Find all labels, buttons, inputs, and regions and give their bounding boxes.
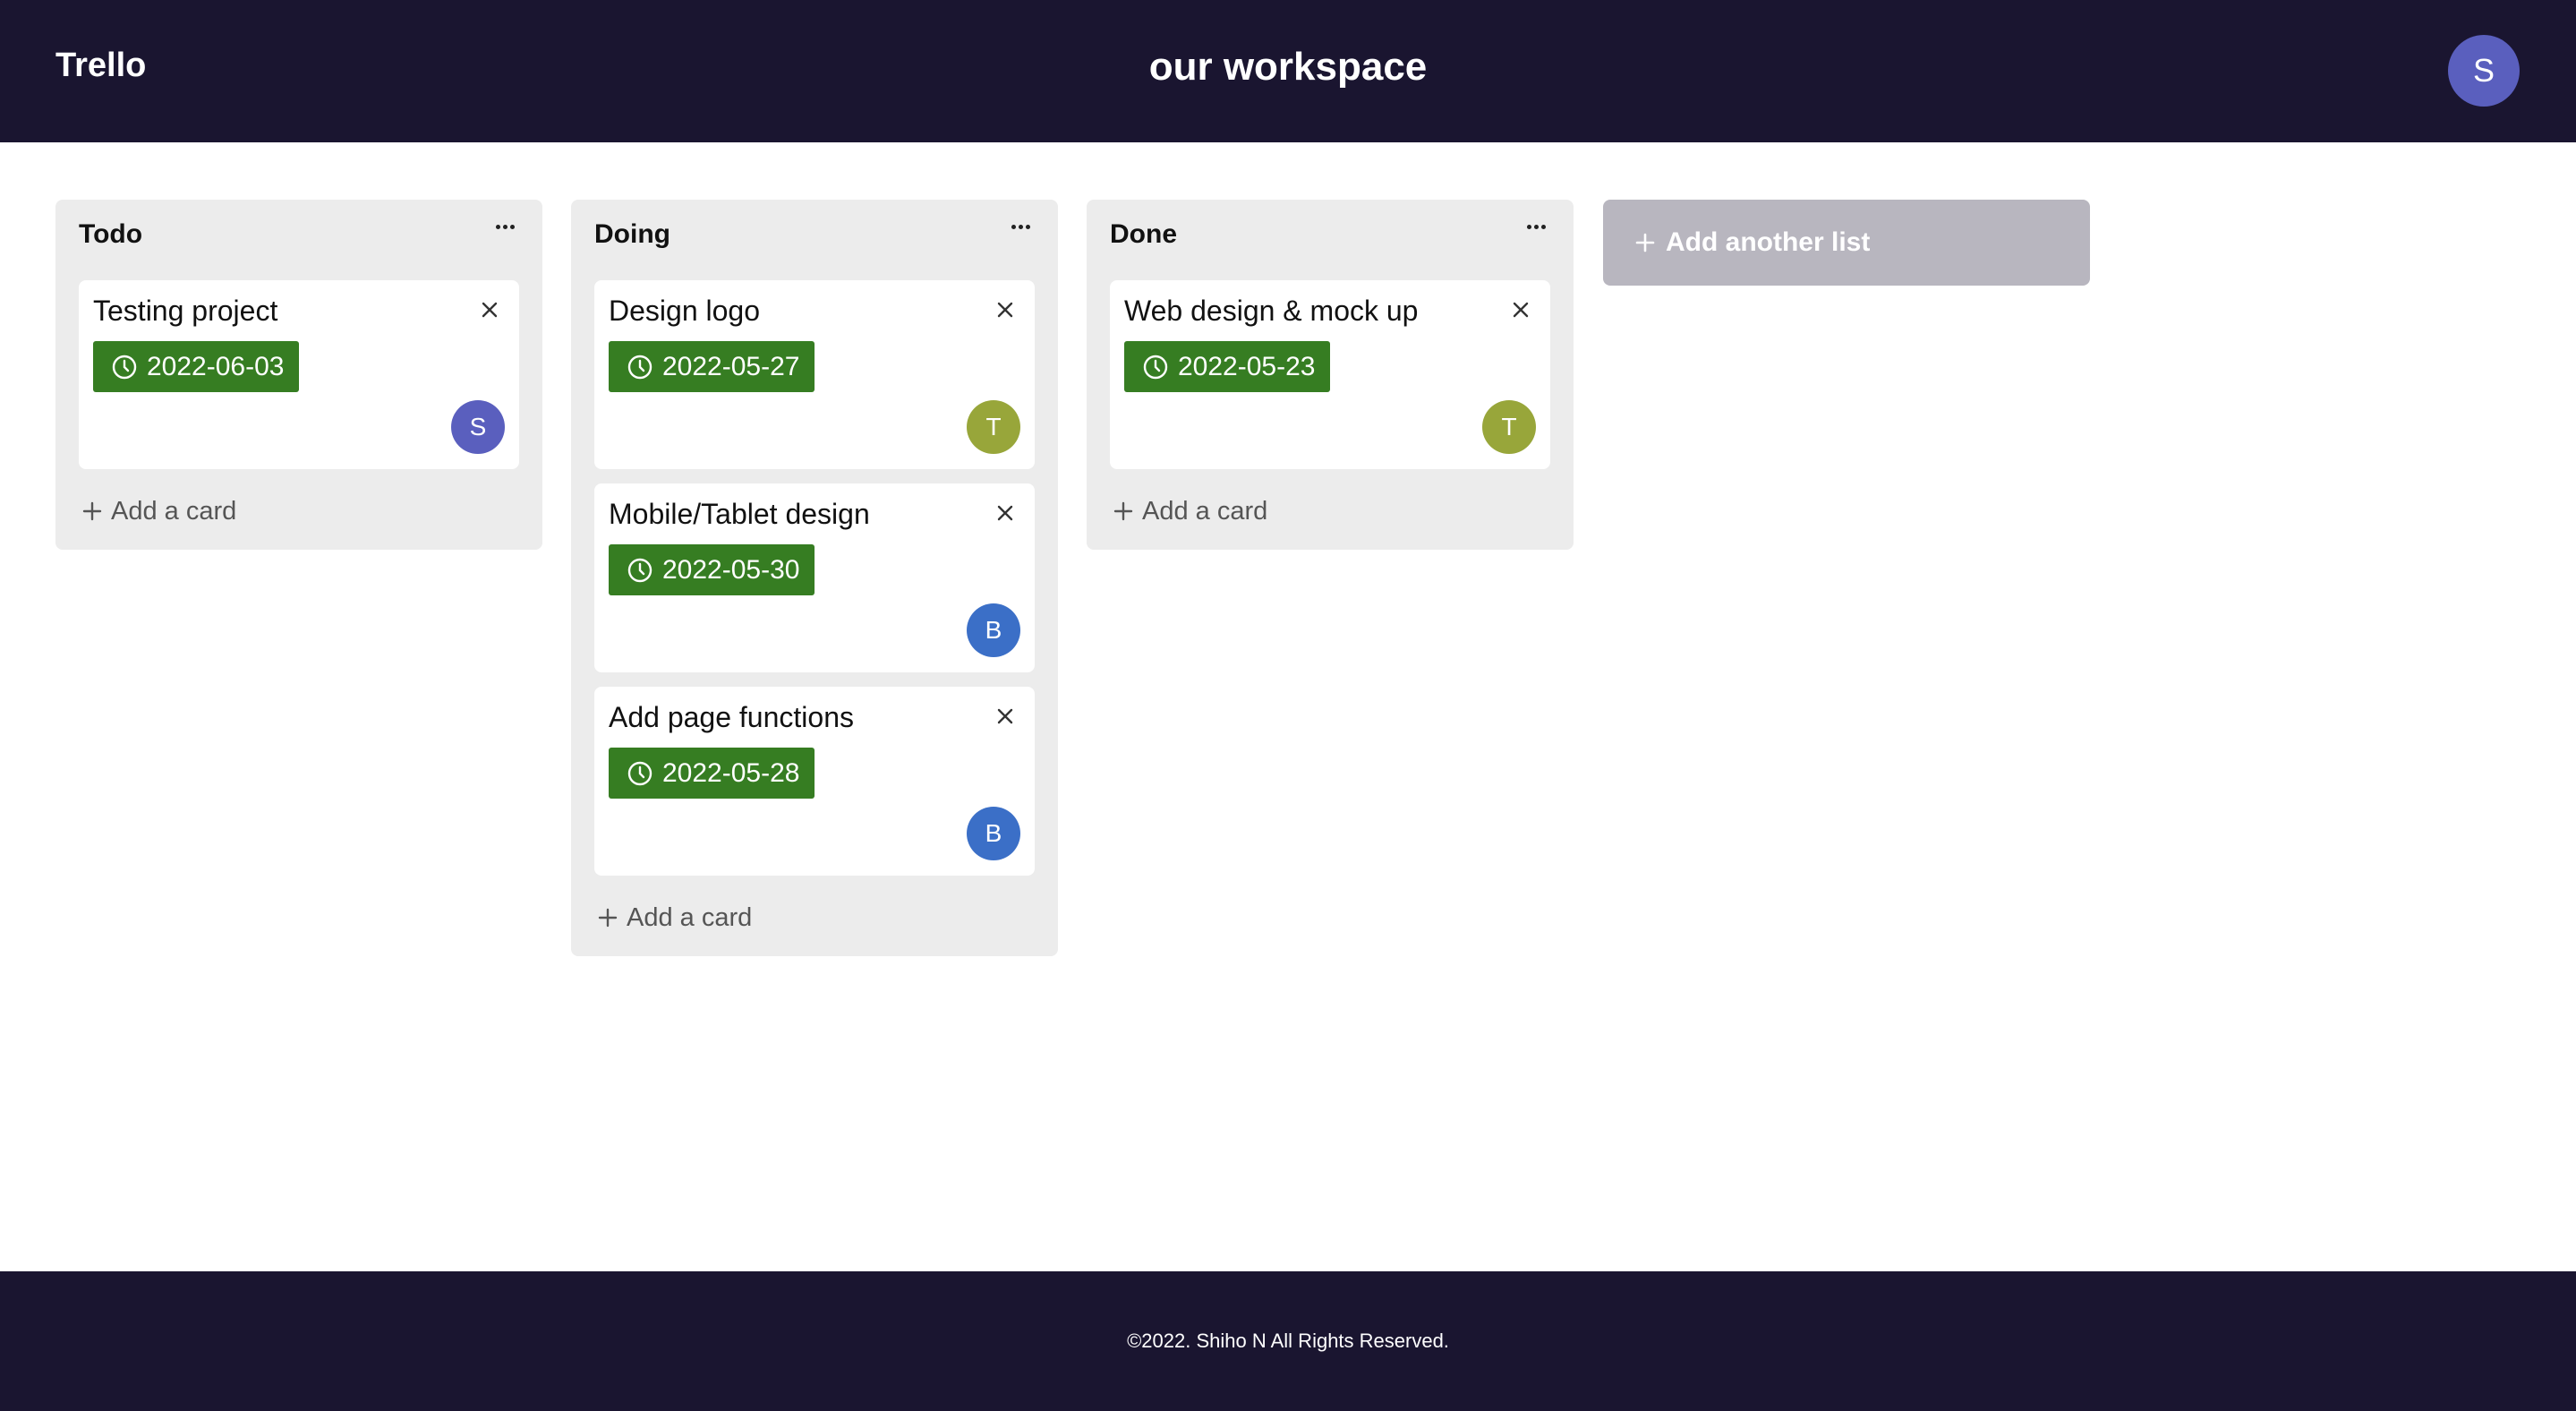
close-icon[interactable] [994,705,1017,728]
due-date: 2022-05-23 [1178,351,1316,381]
card[interactable]: Add page functions 2022-05-28 B [594,687,1035,876]
plus-icon [1635,233,1655,252]
plus-icon [1113,501,1133,521]
clock-icon [627,355,653,379]
close-icon[interactable] [478,298,501,321]
assignee-avatar[interactable]: T [967,400,1020,454]
more-horizontal-icon[interactable] [496,223,516,232]
due-date-badge[interactable]: 2022-05-30 [609,544,815,595]
board-title: our workspace [1148,45,1428,89]
clock-icon [112,355,137,379]
due-date-badge[interactable]: 2022-06-03 [93,341,299,392]
add-card-button[interactable]: Add a card [82,493,236,529]
user-avatar[interactable]: S [2448,35,2520,107]
add-list-button[interactable]: Add another list [1603,200,2090,286]
assignee-avatar[interactable]: S [451,400,505,454]
plus-icon [598,908,618,928]
more-horizontal-icon[interactable] [1527,223,1547,232]
due-date: 2022-05-30 [662,554,800,585]
card-title: Mobile/Tablet design [609,498,870,530]
add-card-label: Add a card [111,496,237,526]
list-title[interactable]: Doing [594,219,670,250]
clock-icon [1143,355,1168,379]
list-todo: Todo Testing project 2022-06-03 S Add a … [55,200,542,550]
plus-icon [82,501,102,521]
app-footer: ©2022. Shiho N All Rights Reserved. [0,1271,2576,1411]
add-card-label: Add a card [627,902,753,932]
copyright-text: ©2022. Shiho N All Rights Reserved. [1127,1330,1449,1352]
card[interactable]: Testing project 2022-06-03 S [79,280,519,469]
assignee-avatar[interactable]: T [1482,400,1536,454]
close-icon[interactable] [994,298,1017,321]
due-date: 2022-06-03 [147,351,285,381]
card[interactable]: Mobile/Tablet design 2022-05-30 B [594,483,1035,672]
list-done: Done Web design & mock up 2022-05-23 T A… [1087,200,1574,550]
add-card-label: Add a card [1142,496,1268,526]
close-icon[interactable] [994,501,1017,525]
card-title: Add page functions [609,701,854,733]
due-date: 2022-05-27 [662,351,800,381]
clock-icon [627,558,653,582]
due-date-badge[interactable]: 2022-05-27 [609,341,815,392]
due-date: 2022-05-28 [662,757,800,788]
card-title: Testing project [93,295,278,327]
card[interactable]: Design logo 2022-05-27 T [594,280,1035,469]
app-header: Trello our workspace S [0,0,2576,142]
list-title[interactable]: Todo [79,219,142,250]
due-date-badge[interactable]: 2022-05-28 [609,748,815,799]
add-card-button[interactable]: Add a card [1113,493,1267,529]
due-date-badge[interactable]: 2022-05-23 [1124,341,1330,392]
assignee-avatar[interactable]: B [967,807,1020,860]
list-title[interactable]: Done [1110,219,1177,250]
card-title: Design logo [609,295,760,327]
more-horizontal-icon[interactable] [1011,223,1031,232]
add-list-label: Add another list [1666,227,1871,257]
clock-icon [627,761,653,785]
card-title: Web design & mock up [1124,295,1419,327]
add-card-button[interactable]: Add a card [598,900,752,936]
close-icon[interactable] [1509,298,1532,321]
card[interactable]: Web design & mock up 2022-05-23 T [1110,280,1550,469]
assignee-avatar[interactable]: B [967,603,1020,657]
list-doing: Doing Design logo 2022-05-27 T Mobile/Ta… [571,200,1058,956]
